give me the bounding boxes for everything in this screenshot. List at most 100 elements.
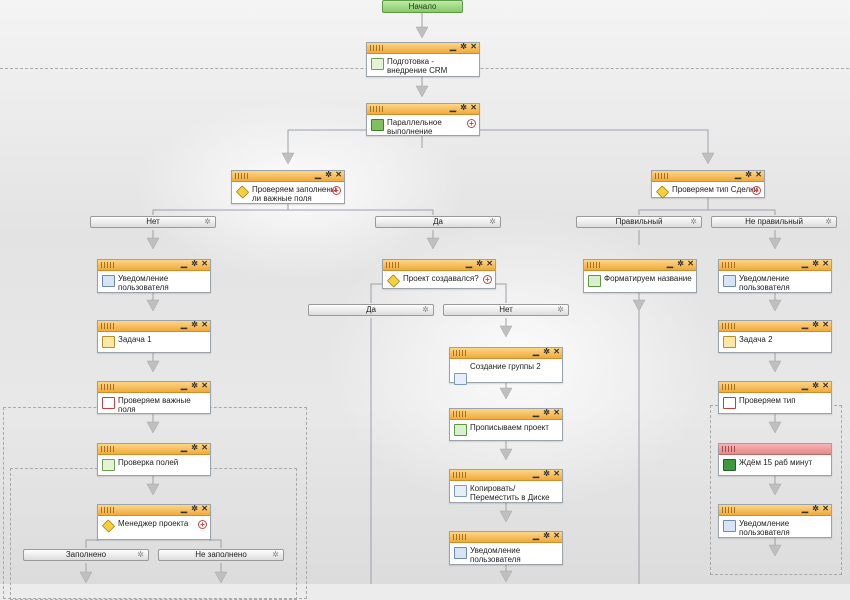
- drag-handle[interactable]: [101, 323, 115, 329]
- activity-notify-user-right-2[interactable]: ▁ ✲ ✕ Уведомление пользователя: [718, 504, 832, 538]
- close-icon[interactable]: ✕: [822, 320, 829, 330]
- plus-icon[interactable]: +: [483, 275, 492, 284]
- gear-icon[interactable]: ✲: [460, 103, 467, 113]
- minimize-icon[interactable]: ▁: [450, 103, 456, 113]
- activity-check-important-fields[interactable]: ▁ ✲ ✕ Проверяем важные поля: [97, 381, 211, 414]
- gear-icon[interactable]: ✲: [489, 217, 496, 227]
- gear-icon[interactable]: ✲: [543, 469, 550, 479]
- activity-check-required[interactable]: ▁ ✲ ✕ Проверяем заполнены ли важные поля +: [231, 170, 345, 204]
- gear-icon[interactable]: ✲: [543, 408, 550, 418]
- drag-handle[interactable]: [722, 446, 736, 452]
- gear-icon[interactable]: ✲: [543, 531, 550, 541]
- minimize-icon[interactable]: ▁: [802, 259, 808, 269]
- plus-icon[interactable]: +: [332, 186, 341, 195]
- activity-task-1[interactable]: ▁ ✲ ✕ Задача 1: [97, 320, 211, 353]
- drag-handle[interactable]: [453, 534, 467, 540]
- gear-icon[interactable]: ✲: [460, 42, 467, 52]
- close-icon[interactable]: ✕: [822, 259, 829, 269]
- plus-icon[interactable]: +: [198, 520, 207, 529]
- close-icon[interactable]: ✕: [201, 381, 208, 391]
- close-icon[interactable]: ✕: [335, 170, 342, 180]
- branch-filled[interactable]: Заполнено ✲: [23, 549, 149, 561]
- drag-handle[interactable]: [386, 262, 400, 268]
- gear-icon[interactable]: ✲: [137, 550, 144, 560]
- close-icon[interactable]: ✕: [470, 42, 477, 52]
- activity-parallel[interactable]: ▁ ✲ ✕ Параллельное выполнение +: [366, 103, 480, 136]
- minimize-icon[interactable]: ▁: [533, 469, 539, 479]
- gear-icon[interactable]: ✲: [325, 170, 332, 180]
- drag-handle[interactable]: [722, 323, 736, 329]
- gear-icon[interactable]: ✲: [677, 259, 684, 269]
- close-icon[interactable]: ✕: [553, 469, 560, 479]
- minimize-icon[interactable]: ▁: [533, 531, 539, 541]
- activity-check-deal-type[interactable]: ▁ ✲ ✕ Проверяем тип Сделки +: [651, 170, 765, 199]
- gear-icon[interactable]: ✲: [191, 443, 198, 453]
- minimize-icon[interactable]: ▁: [466, 259, 472, 269]
- drag-handle[interactable]: [101, 262, 115, 268]
- activity-crm-prep[interactable]: ▁ ✲ ✕ Подготовка - внедрение CRM: [366, 42, 480, 77]
- branch-correct[interactable]: Правильный ✲: [576, 216, 702, 228]
- minimize-icon[interactable]: ▁: [315, 170, 321, 180]
- gear-icon[interactable]: ✲: [204, 217, 211, 227]
- close-icon[interactable]: ✕: [486, 259, 493, 269]
- activity-task-2[interactable]: ▁ ✲ ✕ Задача 2: [718, 320, 832, 353]
- gear-icon[interactable]: ✲: [812, 259, 819, 269]
- gear-icon[interactable]: ✲: [812, 504, 819, 514]
- close-icon[interactable]: ✕: [822, 504, 829, 514]
- branch-not-filled[interactable]: Не заполнено ✲: [158, 549, 284, 561]
- gear-icon[interactable]: ✲: [476, 259, 483, 269]
- drag-handle[interactable]: [722, 262, 736, 268]
- drag-handle[interactable]: [235, 173, 249, 179]
- drag-handle[interactable]: [370, 45, 384, 51]
- activity-project-created[interactable]: ▁ ✲ ✕ Проект создавался? +: [382, 259, 496, 289]
- minimize-icon[interactable]: ▁: [450, 42, 456, 52]
- close-icon[interactable]: ✕: [687, 259, 694, 269]
- close-icon[interactable]: ✕: [201, 259, 208, 269]
- gear-icon[interactable]: ✲: [191, 259, 198, 269]
- branch-yes-2[interactable]: Да ✲: [308, 304, 434, 316]
- gear-icon[interactable]: ✲: [745, 170, 752, 180]
- drag-handle[interactable]: [453, 350, 467, 356]
- activity-notify-user-right[interactable]: ▁ ✲ ✕ Уведомление пользователя: [718, 259, 832, 293]
- drag-handle[interactable]: [722, 507, 736, 513]
- minimize-icon[interactable]: ▁: [533, 347, 539, 357]
- close-icon[interactable]: ✕: [470, 103, 477, 113]
- activity-format-name[interactable]: ▁ ✲ ✕ Форматируем название: [583, 259, 697, 293]
- gear-icon[interactable]: ✲: [825, 217, 832, 227]
- plus-icon[interactable]: +: [752, 186, 761, 195]
- drag-handle[interactable]: [370, 106, 384, 112]
- close-icon[interactable]: ✕: [201, 443, 208, 453]
- activity-project-manager[interactable]: ▁ ✲ ✕ Менеджер проекта +: [97, 504, 211, 540]
- branch-yes[interactable]: Да ✲: [375, 216, 501, 228]
- drag-handle[interactable]: [655, 173, 669, 179]
- minimize-icon[interactable]: ▁: [181, 443, 187, 453]
- activity-notify-user-left[interactable]: ▁ ✲ ✕ Уведомление пользователя: [97, 259, 211, 293]
- minimize-icon[interactable]: ▁: [181, 504, 187, 514]
- close-icon[interactable]: ✕: [201, 504, 208, 514]
- minimize-icon[interactable]: ▁: [181, 259, 187, 269]
- minimize-icon[interactable]: ▁: [181, 320, 187, 330]
- activity-notify-user-mid[interactable]: ▁ ✲ ✕ Уведомление пользователя: [449, 531, 563, 565]
- activity-check-fields[interactable]: ▁ ✲ ✕ Проверка полей: [97, 443, 211, 476]
- close-icon[interactable]: ✕: [201, 320, 208, 330]
- drag-handle[interactable]: [101, 384, 115, 390]
- gear-icon[interactable]: ✲: [191, 320, 198, 330]
- minimize-icon[interactable]: ▁: [667, 259, 673, 269]
- activity-copy-move-disk[interactable]: ▁ ✲ ✕ Копировать/Переместить в Диске: [449, 469, 563, 503]
- gear-icon[interactable]: ✲: [191, 381, 198, 391]
- start-node[interactable]: Начало: [382, 0, 463, 13]
- minimize-icon[interactable]: ▁: [533, 408, 539, 418]
- gear-icon[interactable]: ✲: [272, 550, 279, 560]
- drag-handle[interactable]: [101, 446, 115, 452]
- drag-handle[interactable]: [587, 262, 601, 268]
- branch-no-2[interactable]: Нет ✲: [443, 304, 569, 316]
- close-icon[interactable]: ✕: [553, 347, 560, 357]
- gear-icon[interactable]: ✲: [543, 347, 550, 357]
- minimize-icon[interactable]: ▁: [802, 320, 808, 330]
- minimize-icon[interactable]: ▁: [802, 504, 808, 514]
- activity-create-group[interactable]: ▁ ✲ ✕ Создание группы 2: [449, 347, 563, 385]
- branch-no[interactable]: Нет ✲: [90, 216, 216, 228]
- close-icon[interactable]: ✕: [553, 531, 560, 541]
- activity-wait-15[interactable]: Ждём 15 раб минут: [718, 443, 832, 476]
- minimize-icon[interactable]: ▁: [802, 381, 808, 391]
